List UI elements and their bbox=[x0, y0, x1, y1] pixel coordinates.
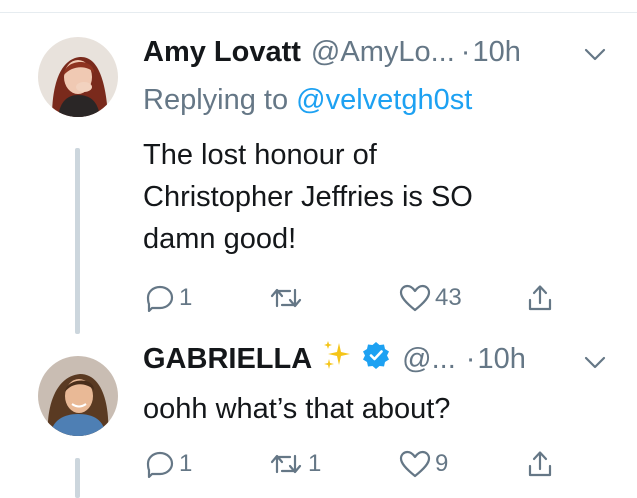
heart-icon bbox=[399, 284, 431, 312]
tweet-text: oohh what’s that about? bbox=[143, 388, 450, 430]
tweet-text-line: Christopher Jeffries is SO bbox=[143, 181, 473, 213]
share-button[interactable] bbox=[525, 282, 555, 314]
avatar[interactable] bbox=[38, 356, 118, 436]
retweet-icon bbox=[268, 450, 304, 478]
timestamp[interactable]: 10h bbox=[472, 36, 520, 69]
thread-line bbox=[75, 148, 80, 334]
retweet-button[interactable] bbox=[268, 282, 308, 314]
like-button[interactable]: 43 bbox=[399, 282, 462, 314]
username[interactable]: @... bbox=[402, 343, 456, 376]
replying-to: Replying to @velvetgh0st bbox=[143, 84, 472, 117]
reply-count: 1 bbox=[179, 284, 193, 311]
retweet-button[interactable]: 1 bbox=[268, 448, 321, 480]
avatar[interactable] bbox=[38, 37, 118, 117]
separator-dot: · bbox=[465, 342, 476, 375]
separator-dot: · bbox=[460, 35, 471, 68]
share-icon bbox=[525, 283, 555, 313]
verified-badge-icon bbox=[362, 341, 390, 377]
heart-icon bbox=[399, 450, 431, 478]
thread-line bbox=[75, 458, 80, 498]
chevron-down-icon[interactable] bbox=[582, 44, 608, 64]
tweet-header: Amy Lovatt @AmyLo... · 10h bbox=[143, 34, 521, 70]
display-name[interactable]: Amy Lovatt bbox=[143, 36, 301, 69]
tweet-actions: 1 1 9 bbox=[143, 448, 583, 480]
reply-button[interactable]: 1 bbox=[145, 448, 192, 480]
reply-icon bbox=[145, 450, 175, 478]
tweet-header: GABRIELLA @... · 10h bbox=[143, 341, 526, 377]
replying-to-label: Replying to bbox=[143, 84, 297, 116]
tweet-actions: 1 43 bbox=[143, 282, 583, 314]
tweet-text-line: The lost honour of bbox=[143, 139, 377, 171]
reply-count: 1 bbox=[179, 450, 193, 477]
sparkles-icon bbox=[322, 339, 352, 379]
like-count: 9 bbox=[435, 450, 449, 477]
share-icon bbox=[525, 449, 555, 479]
retweet-count: 1 bbox=[308, 450, 322, 477]
tweet-text-line: damn good! bbox=[143, 223, 297, 255]
tweet-text: The lost honour of Christopher Jeffries … bbox=[143, 134, 473, 260]
timestamp[interactable]: 10h bbox=[477, 343, 525, 376]
share-button[interactable] bbox=[525, 448, 555, 480]
replying-to-mention[interactable]: @velvetgh0st bbox=[296, 84, 472, 116]
like-count: 43 bbox=[435, 284, 462, 311]
chevron-down-icon[interactable] bbox=[582, 352, 608, 372]
reply-icon bbox=[145, 284, 175, 312]
reply-button[interactable]: 1 bbox=[145, 282, 192, 314]
username[interactable]: @AmyLo... bbox=[311, 36, 455, 69]
retweet-icon bbox=[268, 284, 304, 312]
tweet-text-line: oohh what’s that about? bbox=[143, 393, 451, 425]
like-button[interactable]: 9 bbox=[399, 448, 448, 480]
display-name[interactable]: GABRIELLA bbox=[143, 343, 312, 376]
top-divider bbox=[0, 12, 637, 13]
